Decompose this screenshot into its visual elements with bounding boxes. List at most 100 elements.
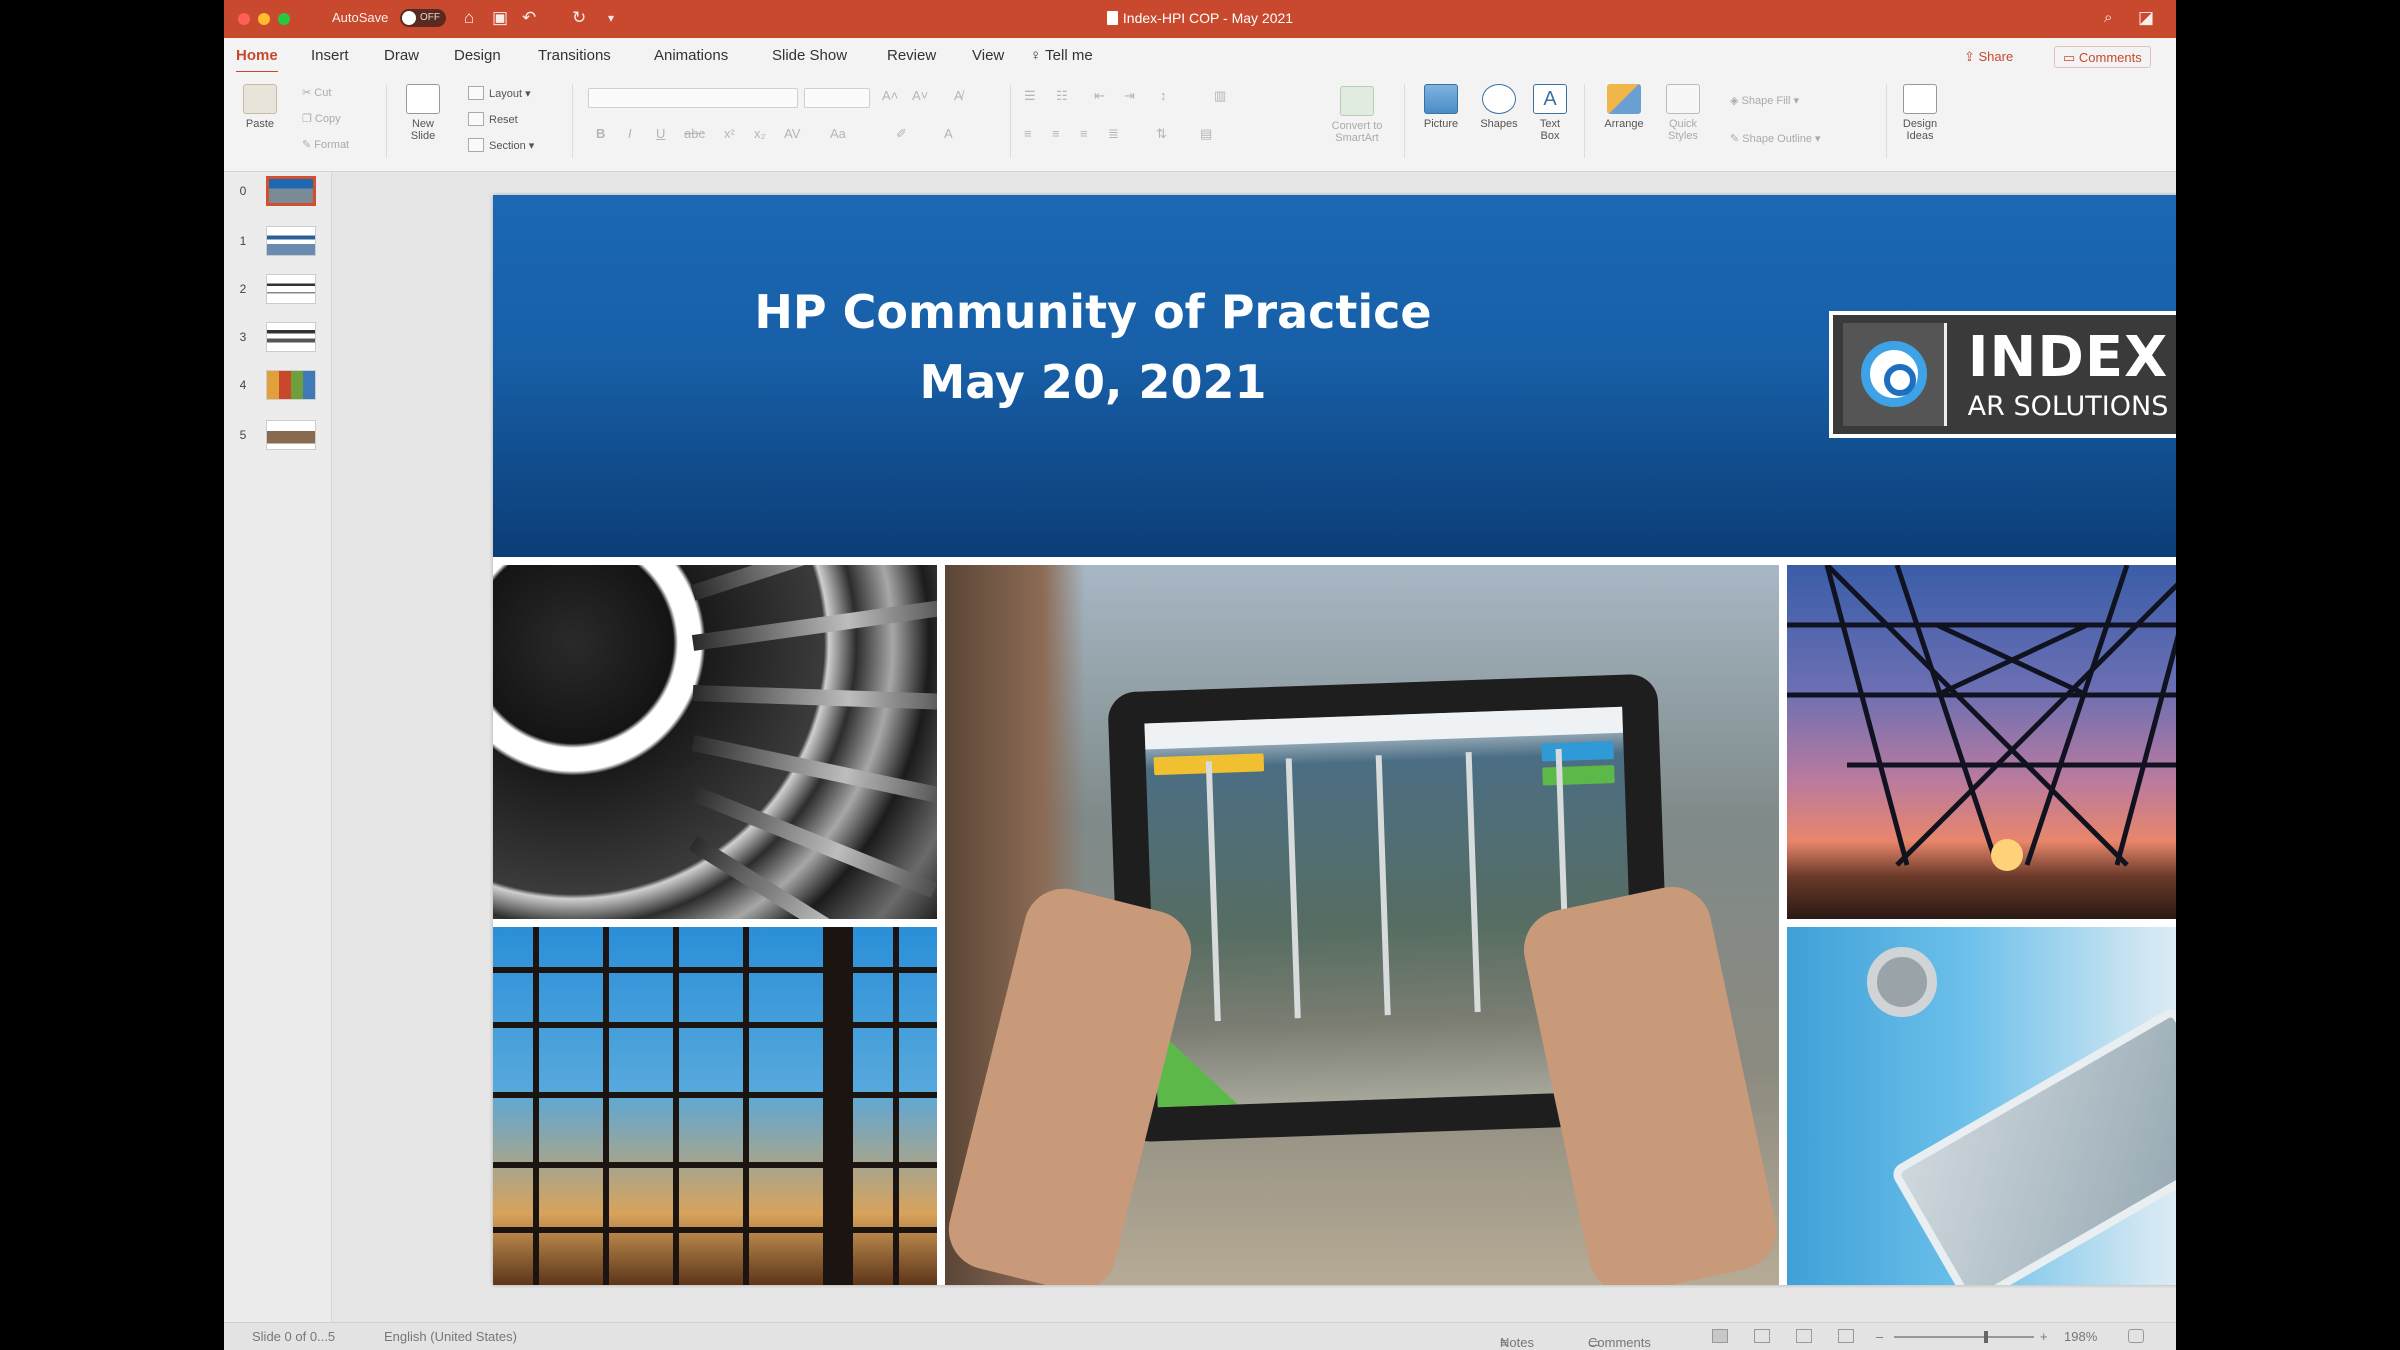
- status-comments-label: Comments: [1588, 1335, 1651, 1350]
- cut-button[interactable]: ✂ Cut: [302, 86, 331, 99]
- slideshow-view-icon[interactable]: [1838, 1329, 1854, 1343]
- tab-review[interactable]: Review: [887, 47, 936, 64]
- slide-editing-canvas[interactable]: HP Community of Practice May 20, 2021 IN…: [332, 172, 2176, 1322]
- quick-styles-button[interactable]: Quick Styles: [1658, 84, 1708, 142]
- ribbon-home: Paste ✂ Cut ❐ Copy ✎ Format New Slide La…: [224, 72, 2176, 172]
- zoom-out-icon[interactable]: –: [1876, 1329, 1883, 1344]
- reset-button[interactable]: Reset: [468, 112, 518, 126]
- zoom-level[interactable]: 198%: [2064, 1329, 2097, 1344]
- font-family-select[interactable]: [588, 88, 798, 108]
- shape-outline-label: Shape Outline: [1742, 133, 1812, 145]
- copy-icon: ❐: [302, 113, 315, 125]
- ar-tablet-photo[interactable]: [945, 565, 1779, 1285]
- shapes-button[interactable]: Shapes: [1474, 84, 1524, 130]
- bullets-icon[interactable]: ☰: [1024, 88, 1036, 104]
- format-label: Format: [314, 139, 350, 151]
- layout-label: Layout: [489, 88, 523, 100]
- tab-insert[interactable]: Insert: [311, 47, 349, 64]
- change-case-icon[interactable]: Aa: [830, 126, 846, 141]
- tab-transitions[interactable]: Transitions: [538, 47, 611, 64]
- slide-sorter-icon[interactable]: [1754, 1329, 1770, 1343]
- zoom-slider-knob[interactable]: [1984, 1331, 1989, 1343]
- share-button[interactable]: ⇪ Share: [1956, 46, 2021, 68]
- increase-font-icon[interactable]: A˄: [882, 88, 898, 103]
- text-box-button[interactable]: A Text Box: [1530, 84, 1570, 142]
- line-spacing-icon[interactable]: ↕: [1160, 88, 1167, 103]
- format-painter-button[interactable]: ✎ Format: [302, 138, 349, 151]
- jet-engine-photo[interactable]: [493, 565, 937, 919]
- text-box-icon: A: [1533, 84, 1567, 114]
- picture-button[interactable]: Picture: [1416, 84, 1466, 130]
- fit-slide-icon[interactable]: [2128, 1329, 2144, 1343]
- tab-animations[interactable]: Animations: [654, 47, 728, 64]
- tell-me-search[interactable]: ♀ Tell me: [1030, 47, 1093, 64]
- font-size-select[interactable]: [804, 88, 870, 108]
- search-icon[interactable]: ⌕: [2104, 9, 2112, 26]
- section-button[interactable]: Section ▾: [468, 138, 534, 152]
- picture-label: Picture: [1423, 118, 1459, 130]
- increase-indent-icon[interactable]: ⇥: [1124, 88, 1135, 104]
- doctor-tablet-photo[interactable]: [1787, 927, 2176, 1285]
- text-box-label-2: Box: [1540, 130, 1560, 142]
- slide-thumbnail-image: [266, 274, 316, 304]
- ribbon-divider: [386, 84, 387, 158]
- align-right-icon[interactable]: ≡: [1080, 126, 1088, 141]
- construction-scaffold-photo[interactable]: [493, 927, 937, 1285]
- italic-icon[interactable]: I: [628, 126, 632, 141]
- font-color-icon[interactable]: A: [944, 126, 953, 141]
- columns-icon[interactable]: ▥: [1214, 88, 1226, 104]
- copy-button[interactable]: ❐ Copy: [302, 112, 341, 125]
- slide-0[interactable]: HP Community of Practice May 20, 2021 IN…: [493, 195, 2176, 1285]
- decrease-indent-icon[interactable]: ⇤: [1094, 88, 1105, 104]
- account-icon[interactable]: ◪: [2138, 8, 2154, 28]
- zoom-in-icon[interactable]: +: [2040, 1329, 2048, 1344]
- subscript-icon[interactable]: x₂: [754, 126, 766, 141]
- section-label: Section: [489, 140, 526, 152]
- highlight-icon[interactable]: ✐: [896, 126, 907, 142]
- zoom-slider[interactable]: [1894, 1331, 2034, 1343]
- logo-wordmark: INDEX: [1967, 325, 2169, 390]
- justify-icon[interactable]: ≣: [1108, 126, 1119, 142]
- paste-button[interactable]: Paste: [238, 84, 282, 130]
- handheld-tablet: [1889, 1005, 2176, 1285]
- strikethrough-icon[interactable]: abc: [684, 126, 705, 141]
- reading-view-icon[interactable]: [1796, 1329, 1812, 1343]
- tab-slide-show[interactable]: Slide Show: [772, 47, 847, 64]
- shape-fill-button[interactable]: ◈ Shape Fill ▾: [1730, 94, 1799, 107]
- align-text-icon[interactable]: ▤: [1200, 126, 1212, 142]
- bold-icon[interactable]: B: [596, 126, 605, 141]
- align-center-icon[interactable]: ≡: [1052, 126, 1060, 141]
- slide-counter: Slide 0 of 0...5: [252, 1329, 336, 1344]
- align-left-icon[interactable]: ≡: [1024, 126, 1032, 141]
- tab-design[interactable]: Design: [454, 47, 501, 64]
- shape-outline-button[interactable]: ✎ Shape Outline ▾: [1730, 132, 1821, 145]
- character-spacing-icon[interactable]: AV: [784, 126, 800, 141]
- decrease-font-icon[interactable]: A˅: [912, 88, 928, 103]
- tab-view[interactable]: View: [972, 47, 1004, 64]
- normal-view-icon[interactable]: [1712, 1329, 1728, 1343]
- power-tower-sunset-photo[interactable]: [1787, 565, 2176, 919]
- slide-thumbnail-image: [266, 370, 316, 400]
- new-slide-button[interactable]: New Slide: [400, 84, 446, 142]
- slide-thumbnails-panel: 0 1 2 3 4 5: [224, 172, 332, 1322]
- quick-styles-label-1: Quick: [1668, 118, 1698, 130]
- tab-draw[interactable]: Draw: [384, 47, 419, 64]
- index-ar-solutions-logo[interactable]: INDEX AR SOLUTIONS: [1829, 311, 2176, 438]
- design-ideas-button[interactable]: Design Ideas: [1890, 84, 1950, 142]
- tab-home[interactable]: Home: [236, 47, 278, 74]
- text-direction-icon[interactable]: ⇅: [1156, 126, 1167, 142]
- comments-button[interactable]: ▭ Comments: [2054, 46, 2151, 68]
- slide-title[interactable]: HP Community of Practice May 20, 2021: [733, 277, 1453, 417]
- new-slide-icon: [406, 84, 440, 114]
- convert-smartart-button[interactable]: Convert to SmartArt: [1318, 86, 1396, 144]
- underline-icon[interactable]: U: [656, 126, 665, 141]
- ribbon-divider: [1404, 84, 1405, 158]
- document-icon: [1106, 11, 1118, 25]
- slide-number: 0: [239, 184, 247, 198]
- numbering-icon[interactable]: ☷: [1056, 88, 1068, 104]
- superscript-icon[interactable]: x²: [724, 126, 735, 141]
- language-indicator[interactable]: English (United States): [384, 1329, 517, 1344]
- arrange-button[interactable]: Arrange: [1596, 84, 1652, 130]
- clear-format-icon[interactable]: A̸: [954, 88, 963, 103]
- layout-button[interactable]: Layout ▾: [468, 86, 531, 100]
